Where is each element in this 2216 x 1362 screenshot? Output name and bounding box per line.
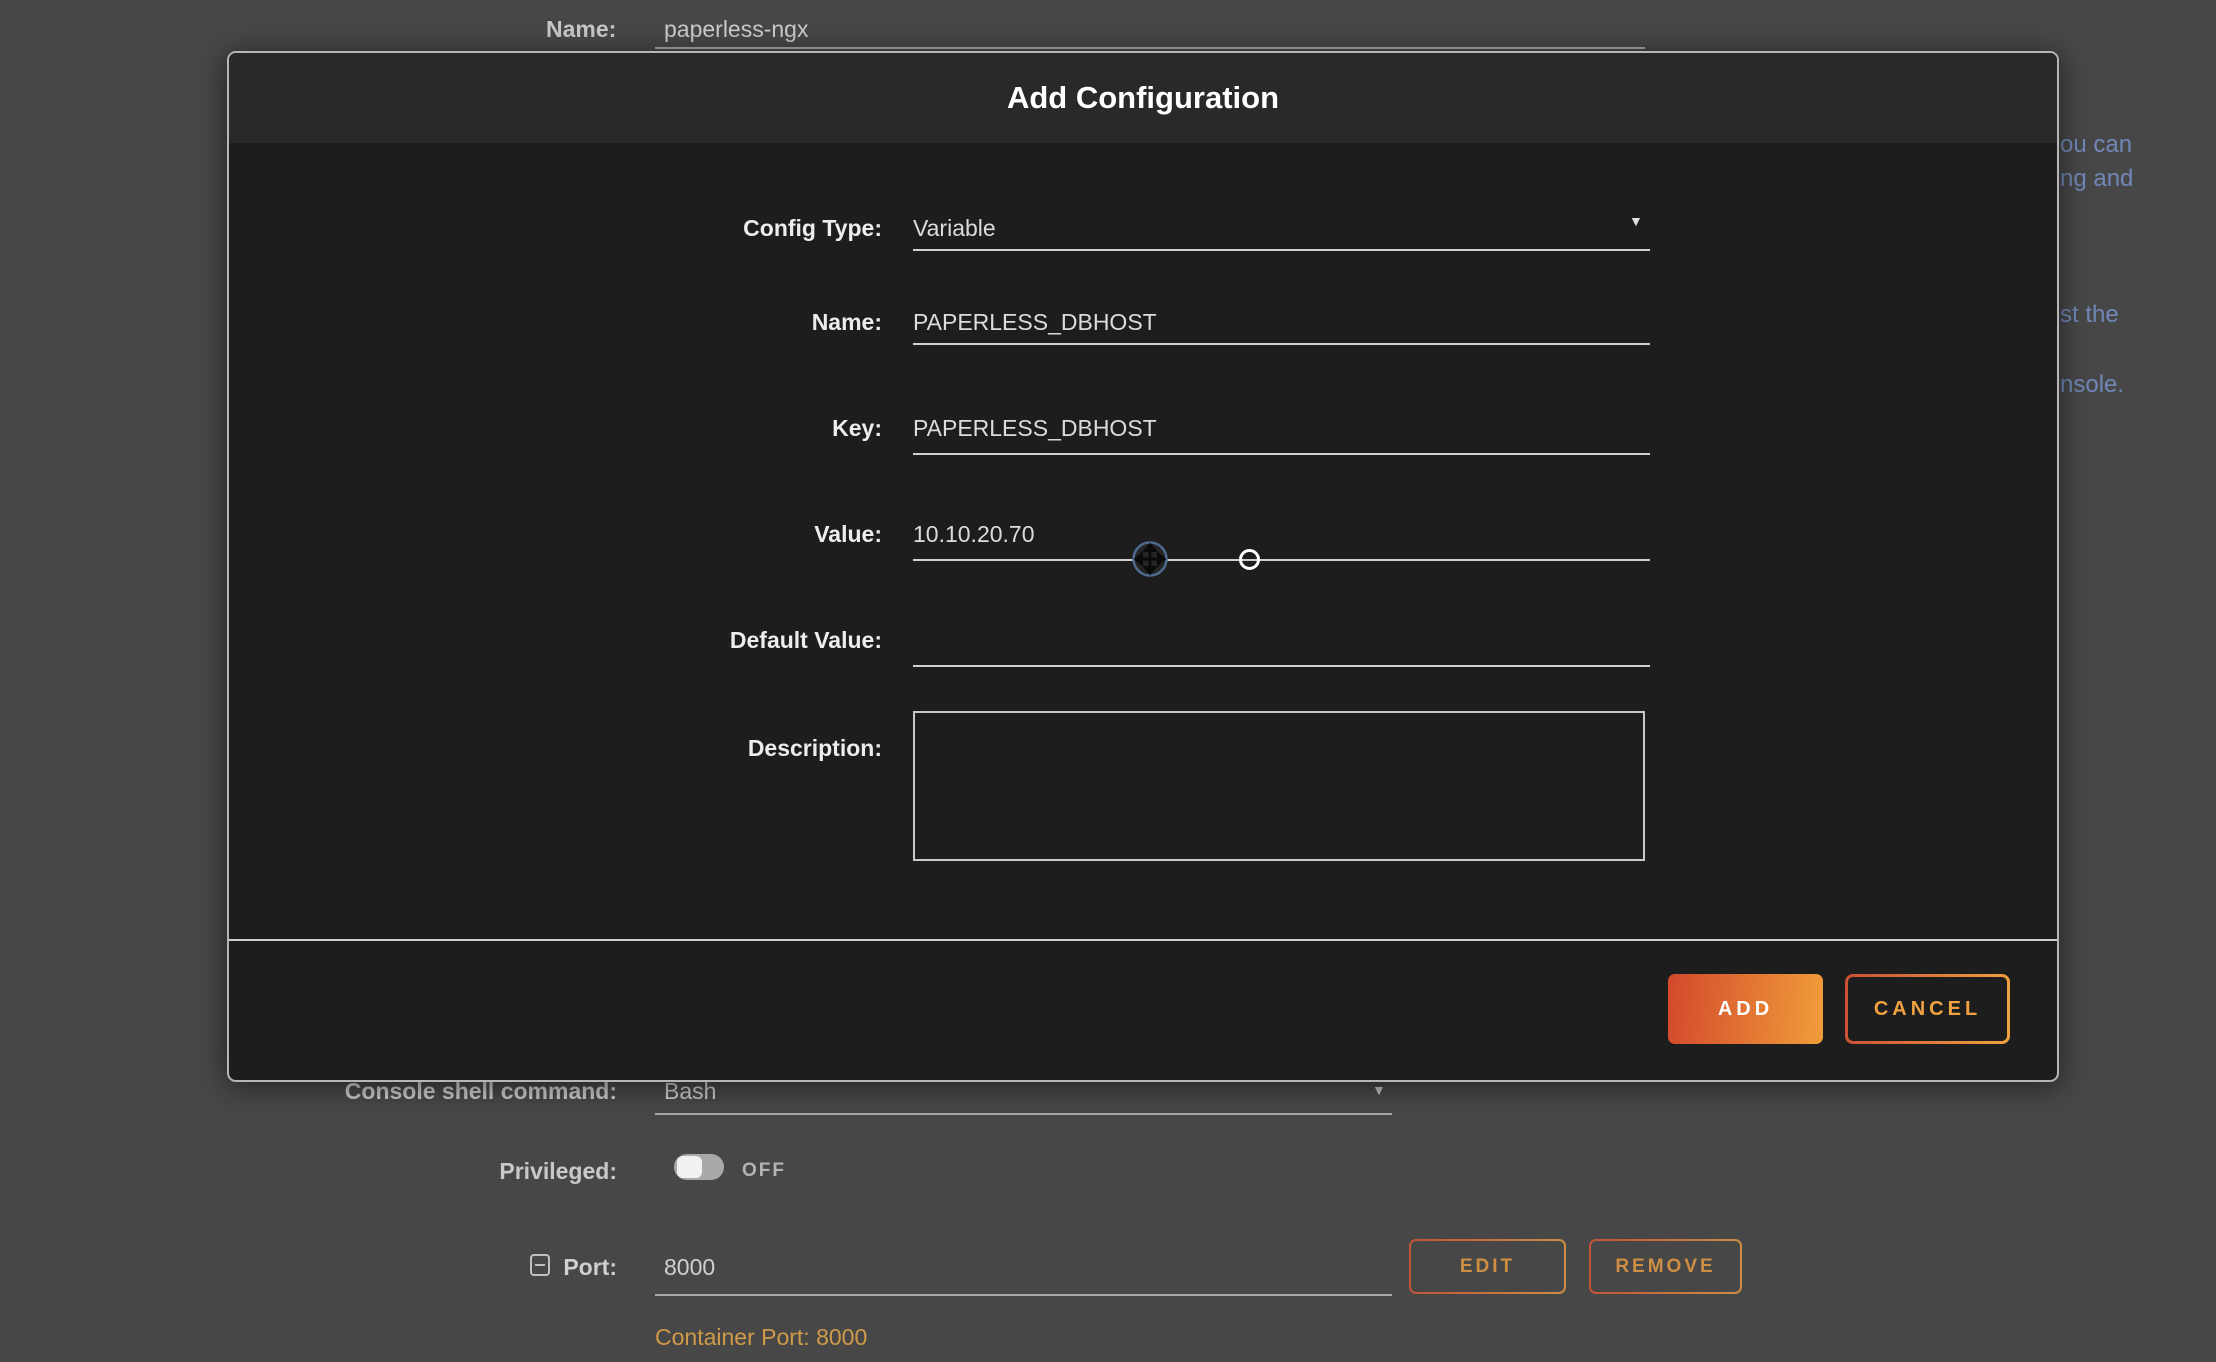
- input-underline: [913, 343, 1650, 345]
- privileged-state-text: OFF: [742, 1160, 786, 1182]
- port-label: Port:: [400, 1254, 617, 1281]
- chevron-down-icon: ▼: [1629, 213, 1643, 229]
- key-label: Key:: [479, 415, 882, 442]
- modal-title: Add Configuration: [229, 53, 2057, 143]
- input-underline: [913, 249, 1650, 251]
- config-type-label: Config Type:: [479, 215, 882, 242]
- remove-button-label: REMOVE: [1591, 1241, 1740, 1292]
- input-underline: [913, 559, 1650, 561]
- value-label: Value:: [479, 521, 882, 548]
- port-underline: [655, 1294, 1392, 1296]
- bg-help-text-fragment: nsole.: [2060, 371, 2124, 399]
- bg-help-text-fragment: st the: [2060, 301, 2119, 329]
- description-label: Description:: [479, 735, 882, 762]
- input-underline: [913, 665, 1650, 667]
- bg-name-value: paperless-ngx: [664, 16, 808, 43]
- cancel-button[interactable]: CANCEL: [1845, 974, 2010, 1044]
- input-underline: [913, 453, 1650, 455]
- container-settings-page: Name: paperless-ngx ou can ng and st the…: [0, 0, 2216, 1362]
- name-input[interactable]: PAPERLESS_DBHOST: [913, 309, 1650, 336]
- bg-name-underline: [655, 47, 1645, 49]
- config-type-select[interactable]: Variable: [913, 215, 1650, 242]
- cancel-button-label: CANCEL: [1848, 977, 2007, 1041]
- click-indicator-icon: [1239, 549, 1260, 570]
- value-input[interactable]: 10.10.20.70: [913, 521, 1650, 548]
- toggle-knob: [677, 1156, 702, 1178]
- chevron-down-icon: ▼: [1372, 1082, 1386, 1098]
- key-input[interactable]: PAPERLESS_DBHOST: [913, 415, 1650, 442]
- console-underline: [655, 1113, 1392, 1115]
- remove-button[interactable]: REMOVE: [1589, 1239, 1742, 1294]
- bg-name-label: Name:: [546, 16, 616, 43]
- bg-help-text-fragment: ng and: [2060, 165, 2133, 193]
- add-button[interactable]: ADD: [1668, 974, 1823, 1044]
- edit-button-label: EDIT: [1411, 1241, 1564, 1292]
- console-shell-command-select[interactable]: Bash: [664, 1078, 716, 1105]
- default-value-label: Default Value:: [479, 627, 882, 654]
- privileged-label: Privileged:: [240, 1158, 617, 1185]
- description-textarea[interactable]: [913, 711, 1645, 861]
- port-input[interactable]: 8000: [664, 1254, 715, 1281]
- edit-button[interactable]: EDIT: [1409, 1239, 1566, 1294]
- name-label: Name:: [479, 309, 882, 336]
- privileged-toggle[interactable]: [674, 1154, 724, 1180]
- container-port-note: Container Port: 8000: [655, 1324, 867, 1351]
- add-configuration-modal: Add Configuration Config Type: Variable …: [227, 51, 2059, 1082]
- modal-header: Add Configuration: [229, 53, 2057, 143]
- modal-footer-divider: [229, 939, 2057, 941]
- bg-help-text-fragment: ou can: [2060, 131, 2132, 159]
- console-shell-command-label: Console shell command:: [240, 1078, 617, 1105]
- move-cursor-icon: [1131, 540, 1169, 578]
